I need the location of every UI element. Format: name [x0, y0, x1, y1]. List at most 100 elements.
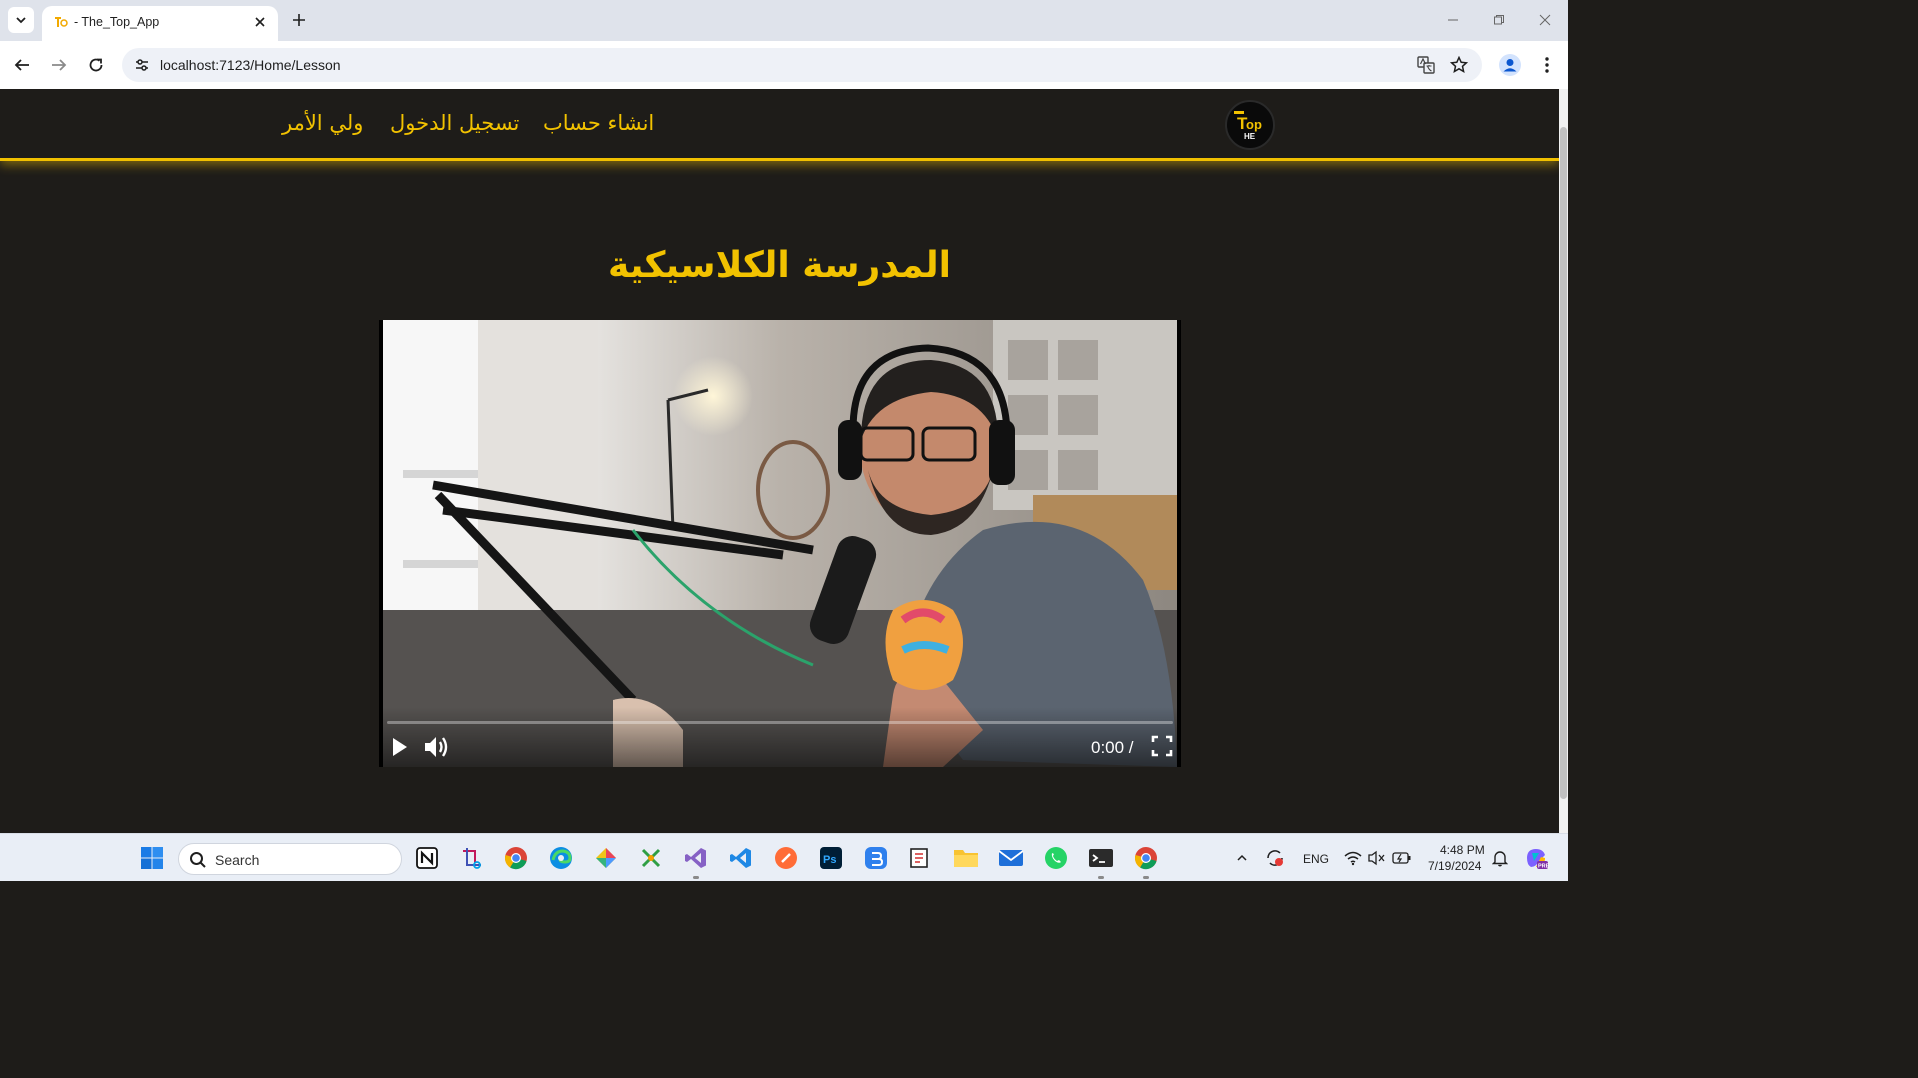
start-button[interactable] [138, 844, 166, 872]
postman-icon [775, 847, 797, 869]
notion-app[interactable] [413, 844, 441, 872]
chrome-icon [504, 847, 527, 870]
menu-button[interactable] [1535, 53, 1559, 77]
minimize-icon [1448, 19, 1458, 21]
clock-date[interactable]: 7/19/2024 [1428, 859, 1481, 873]
snipping-tool-app[interactable] [458, 844, 486, 872]
chevron-down-icon [16, 17, 26, 24]
close-icon [255, 17, 265, 27]
video-frame [383, 320, 1177, 767]
file-explorer-app[interactable] [952, 844, 980, 872]
fullscreen-button[interactable] [1151, 735, 1173, 757]
svg-text:PRE: PRE [1538, 864, 1549, 870]
tool-app[interactable] [637, 844, 665, 872]
whatsapp-app[interactable] [1042, 844, 1070, 872]
active-tab[interactable]: - The_Top_App [42, 6, 278, 41]
lesson-title: المدرسة الكلاسيكية [608, 245, 951, 286]
bookmark-button[interactable] [1447, 53, 1471, 77]
chrome-app-active[interactable] [1132, 844, 1160, 872]
battery-button[interactable] [1390, 844, 1414, 872]
app-editor[interactable] [907, 844, 935, 872]
photoshop-app[interactable]: Ps [817, 844, 845, 872]
translate-button[interactable] [1414, 53, 1438, 77]
page-scrollbar[interactable] [1559, 89, 1568, 833]
url-text: localhost:7123/Home/Lesson [160, 57, 341, 73]
site-navbar: انشاء حساب تسجيل الدخول ولي الأمر T op H… [0, 89, 1559, 161]
new-tab-button[interactable] [288, 9, 310, 31]
mail-icon [998, 850, 1024, 866]
notifications-button[interactable] [1488, 844, 1512, 872]
language-indicator[interactable]: ENG [1303, 852, 1329, 866]
video-player[interactable]: 0:00 / [379, 320, 1181, 767]
search-icon [190, 852, 206, 868]
clock-time[interactable]: 4:48 PM [1440, 843, 1485, 857]
tab-title: - The_Top_App [74, 15, 160, 29]
nav-login[interactable]: تسجيل الدخول [390, 111, 519, 135]
minimize-button[interactable] [1441, 8, 1465, 32]
nav-create-account[interactable]: انشاء حساب [543, 111, 654, 135]
taskbar-search[interactable]: Search [178, 843, 402, 875]
scrollbar-thumb[interactable] [1560, 127, 1567, 799]
logo-icon: T op HE [1234, 111, 1262, 141]
cross-tool-icon [641, 848, 661, 868]
video-controls [379, 707, 1181, 767]
visual-studio-icon [685, 848, 706, 868]
reload-button[interactable] [84, 53, 108, 77]
edge-app[interactable] [547, 844, 575, 872]
volume-button[interactable] [423, 734, 451, 760]
tune-icon [136, 59, 148, 71]
tab-search-button[interactable] [8, 7, 34, 33]
folder-icon [954, 850, 978, 867]
copilot-button[interactable]: PRE [1522, 844, 1550, 872]
show-hidden-icons-button[interactable] [1230, 844, 1254, 872]
battery-charging-icon [1392, 852, 1411, 864]
copilot-icon: PRE [1527, 849, 1549, 870]
mail-app[interactable] [997, 844, 1025, 872]
vscode-icon [730, 848, 751, 868]
volume-muted-icon [1368, 850, 1385, 866]
video-time: 0:00 / [1091, 738, 1134, 757]
avatar-icon [1499, 54, 1521, 76]
tab-close-button[interactable] [250, 12, 270, 32]
postman-app[interactable] [772, 844, 800, 872]
play-icon [393, 738, 407, 756]
chrome-app[interactable] [502, 844, 530, 872]
back-button[interactable] [10, 53, 34, 77]
restore-button[interactable] [1487, 8, 1511, 32]
site-logo[interactable]: T op HE [1225, 100, 1275, 150]
nav-guardian[interactable]: ولي الأمر [282, 111, 363, 135]
wifi-icon [1344, 851, 1362, 866]
volume-tray-button[interactable] [1365, 844, 1389, 872]
running-indicator [693, 876, 699, 879]
chevron-up-icon [1237, 854, 1247, 861]
app-blue-b[interactable] [862, 844, 890, 872]
volume-icon [425, 737, 448, 757]
svg-text:Ps: Ps [823, 854, 836, 866]
vscode-app[interactable] [727, 844, 755, 872]
play-button[interactable] [387, 735, 411, 759]
close-window-button[interactable] [1533, 8, 1557, 32]
visual-studio-app[interactable] [682, 844, 710, 872]
wifi-button[interactable] [1341, 844, 1365, 872]
running-indicator [1143, 876, 1149, 879]
plus-icon [293, 14, 305, 26]
chrome-icon [1134, 847, 1157, 870]
gitkraken-app[interactable] [592, 844, 620, 872]
site-info-button[interactable] [132, 55, 152, 75]
video-progress-bar[interactable] [387, 721, 1173, 724]
browser-window: - The_Top_App localhost:7123/Home/Lesson… [0, 0, 1568, 881]
sync-alert-icon [1267, 850, 1283, 866]
logo-sub-text: HE [1244, 132, 1256, 141]
logo-main-text: op [1246, 117, 1262, 132]
browser-toolbar: localhost:7123/Home/Lesson [0, 41, 1568, 89]
sync-tray-button[interactable] [1263, 844, 1287, 872]
kebab-menu-icon [1545, 57, 1549, 73]
terminal-app[interactable] [1087, 844, 1115, 872]
editor-icon [910, 848, 928, 868]
bell-icon [1492, 851, 1508, 867]
profile-button[interactable] [1498, 53, 1522, 77]
notion-icon [416, 847, 438, 869]
forward-button[interactable] [47, 53, 71, 77]
whatsapp-icon [1045, 847, 1067, 869]
address-bar[interactable]: localhost:7123/Home/Lesson [122, 48, 1482, 82]
